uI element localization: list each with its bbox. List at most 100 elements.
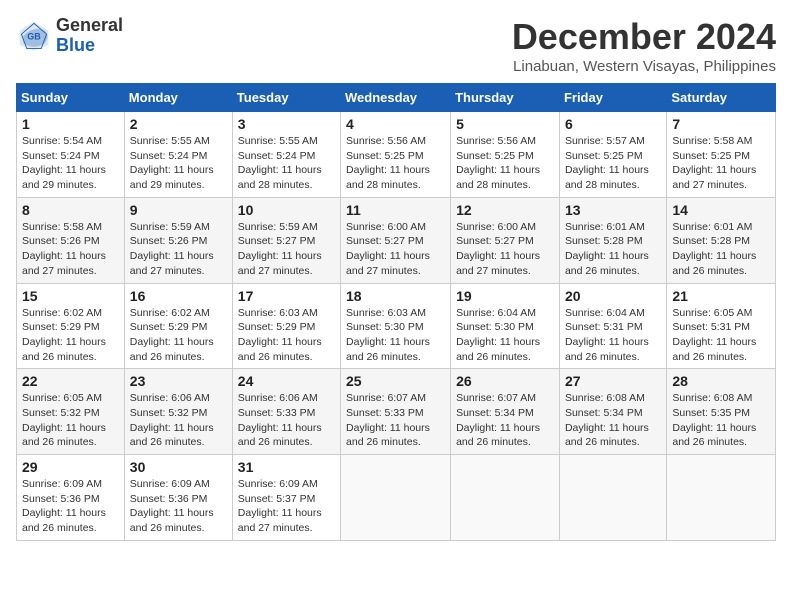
- calendar-cell: 22 Sunrise: 6:05 AM Sunset: 5:32 PM Dayli…: [17, 369, 125, 455]
- weekday-header: Monday: [124, 84, 232, 112]
- calendar-cell: 2Sunrise: 5:55 AM Sunset: 5:24 PM Daylig…: [124, 112, 232, 198]
- day-number: 1: [22, 116, 119, 132]
- weekday-header-row: SundayMondayTuesdayWednesdayThursdayFrid…: [17, 84, 776, 112]
- calendar-cell: 25 Sunrise: 6:07 AM Sunset: 5:33 PM Dayli…: [341, 369, 451, 455]
- calendar-cell: 31Sunrise: 6:09 AM Sunset: 5:37 PM Dayli…: [232, 455, 340, 541]
- day-number: 19: [456, 288, 554, 304]
- day-info: Sunrise: 6:05 AM Sunset: 5:31 PM Dayligh…: [672, 306, 770, 365]
- day-info: Sunrise: 6:05 AM Sunset: 5:32 PM Dayligh…: [22, 391, 119, 450]
- day-number: 13: [565, 202, 661, 218]
- calendar-week-row: 1 Sunrise: 5:54 AM Sunset: 5:24 PM Daylig…: [17, 112, 776, 198]
- day-info: Sunrise: 6:07 AM Sunset: 5:34 PM Dayligh…: [456, 391, 554, 450]
- day-info: Sunrise: 6:04 AM Sunset: 5:30 PM Dayligh…: [456, 306, 554, 365]
- calendar-cell: 30 Sunrise: 6:09 AM Sunset: 5:36 PM Dayli…: [124, 455, 232, 541]
- day-number: 9: [130, 202, 227, 218]
- day-info: Sunrise: 6:03 AM Sunset: 5:30 PM Dayligh…: [346, 306, 445, 365]
- calendar-cell: 16Sunrise: 6:02 AM Sunset: 5:29 PM Dayli…: [124, 283, 232, 369]
- day-info: Sunrise: 6:08 AM Sunset: 5:35 PM Dayligh…: [672, 391, 770, 450]
- calendar-cell: 6 Sunrise: 5:57 AM Sunset: 5:25 PM Daylig…: [559, 112, 666, 198]
- calendar-week-row: 8 Sunrise: 5:58 AM Sunset: 5:26 PM Daylig…: [17, 197, 776, 283]
- day-info: Sunrise: 5:58 AM Sunset: 5:25 PM Dayligh…: [672, 134, 770, 193]
- day-number: 11: [346, 202, 445, 218]
- day-number: 17: [238, 288, 335, 304]
- day-info: Sunrise: 6:08 AM Sunset: 5:34 PM Dayligh…: [565, 391, 661, 450]
- location-label: Linabuan, Western Visayas, Philippines: [512, 58, 776, 75]
- day-info: Sunrise: 5:57 AM Sunset: 5:25 PM Dayligh…: [565, 134, 661, 193]
- day-number: 5: [456, 116, 554, 132]
- calendar-week-row: 15 Sunrise: 6:02 AM Sunset: 5:29 PM Dayli…: [17, 283, 776, 369]
- day-number: 20: [565, 288, 661, 304]
- calendar-cell: 24Sunrise: 6:06 AM Sunset: 5:33 PM Dayli…: [232, 369, 340, 455]
- day-number: 18: [346, 288, 445, 304]
- month-year-title: December 2024: [512, 16, 776, 58]
- page-header: GB General Blue December 2024 Linabuan, …: [16, 16, 776, 75]
- day-info: Sunrise: 6:03 AM Sunset: 5:29 PM Dayligh…: [238, 306, 335, 365]
- day-number: 12: [456, 202, 554, 218]
- weekday-header: Friday: [559, 84, 666, 112]
- day-number: 27: [565, 373, 661, 389]
- logo-general: General: [56, 16, 123, 36]
- day-number: 16: [130, 288, 227, 304]
- day-number: 15: [22, 288, 119, 304]
- calendar-table: SundayMondayTuesdayWednesdayThursdayFrid…: [16, 83, 776, 541]
- day-number: 4: [346, 116, 445, 132]
- day-info: Sunrise: 5:56 AM Sunset: 5:25 PM Dayligh…: [456, 134, 554, 193]
- calendar-cell: 9Sunrise: 5:59 AM Sunset: 5:26 PM Daylig…: [124, 197, 232, 283]
- day-number: 23: [130, 373, 227, 389]
- day-number: 22: [22, 373, 119, 389]
- day-info: Sunrise: 5:56 AM Sunset: 5:25 PM Dayligh…: [346, 134, 445, 193]
- day-info: Sunrise: 6:09 AM Sunset: 5:36 PM Dayligh…: [130, 477, 227, 536]
- calendar-week-row: 29 Sunrise: 6:09 AM Sunset: 5:36 PM Dayli…: [17, 455, 776, 541]
- day-number: 29: [22, 459, 119, 475]
- day-info: Sunrise: 6:09 AM Sunset: 5:37 PM Dayligh…: [238, 477, 335, 536]
- day-number: 7: [672, 116, 770, 132]
- calendar-cell: 21 Sunrise: 6:05 AM Sunset: 5:31 PM Dayli…: [667, 283, 776, 369]
- calendar-cell: [559, 455, 666, 541]
- calendar-cell: 15 Sunrise: 6:02 AM Sunset: 5:29 PM Dayli…: [17, 283, 125, 369]
- calendar-cell: 27 Sunrise: 6:08 AM Sunset: 5:34 PM Dayli…: [559, 369, 666, 455]
- calendar-cell: 20Sunrise: 6:04 AM Sunset: 5:31 PM Dayli…: [559, 283, 666, 369]
- day-number: 30: [130, 459, 227, 475]
- day-info: Sunrise: 5:58 AM Sunset: 5:26 PM Dayligh…: [22, 220, 119, 279]
- day-number: 3: [238, 116, 335, 132]
- calendar-week-row: 22 Sunrise: 6:05 AM Sunset: 5:32 PM Dayli…: [17, 369, 776, 455]
- day-number: 25: [346, 373, 445, 389]
- calendar-cell: 18 Sunrise: 6:03 AM Sunset: 5:30 PM Dayli…: [341, 283, 451, 369]
- calendar-cell: [451, 455, 560, 541]
- calendar-cell: 3Sunrise: 5:55 AM Sunset: 5:24 PM Daylig…: [232, 112, 340, 198]
- calendar-cell: 29Sunrise: 6:09 AM Sunset: 5:36 PM Dayli…: [17, 455, 125, 541]
- day-number: 26: [456, 373, 554, 389]
- calendar-cell: 8 Sunrise: 5:58 AM Sunset: 5:26 PM Daylig…: [17, 197, 125, 283]
- title-area: December 2024 Linabuan, Western Visayas,…: [512, 16, 776, 75]
- calendar-cell: 23 Sunrise: 6:06 AM Sunset: 5:32 PM Dayli…: [124, 369, 232, 455]
- day-number: 24: [238, 373, 335, 389]
- day-number: 21: [672, 288, 770, 304]
- day-number: 10: [238, 202, 335, 218]
- day-number: 6: [565, 116, 661, 132]
- calendar-cell: 19 Sunrise: 6:04 AM Sunset: 5:30 PM Dayli…: [451, 283, 560, 369]
- day-number: 8: [22, 202, 119, 218]
- calendar-cell: 26 Sunrise: 6:07 AM Sunset: 5:34 PM Dayli…: [451, 369, 560, 455]
- weekday-header: Tuesday: [232, 84, 340, 112]
- weekday-header: Saturday: [667, 84, 776, 112]
- day-info: Sunrise: 5:59 AM Sunset: 5:27 PM Dayligh…: [238, 220, 335, 279]
- calendar-cell: 13 Sunrise: 6:01 AM Sunset: 5:28 PM Dayli…: [559, 197, 666, 283]
- calendar-cell: 7 Sunrise: 5:58 AM Sunset: 5:25 PM Daylig…: [667, 112, 776, 198]
- calendar-cell: [667, 455, 776, 541]
- calendar-cell: 5 Sunrise: 5:56 AM Sunset: 5:25 PM Daylig…: [451, 112, 560, 198]
- day-info: Sunrise: 6:01 AM Sunset: 5:28 PM Dayligh…: [565, 220, 661, 279]
- day-info: Sunrise: 6:00 AM Sunset: 5:27 PM Dayligh…: [346, 220, 445, 279]
- weekday-header: Wednesday: [341, 84, 451, 112]
- day-info: Sunrise: 6:07 AM Sunset: 5:33 PM Dayligh…: [346, 391, 445, 450]
- svg-text:GB: GB: [27, 31, 41, 41]
- calendar-cell: 4 Sunrise: 5:56 AM Sunset: 5:25 PM Daylig…: [341, 112, 451, 198]
- calendar-cell: 10 Sunrise: 5:59 AM Sunset: 5:27 PM Dayli…: [232, 197, 340, 283]
- day-info: Sunrise: 5:54 AM Sunset: 5:24 PM Dayligh…: [22, 134, 119, 193]
- day-number: 14: [672, 202, 770, 218]
- calendar-cell: 17 Sunrise: 6:03 AM Sunset: 5:29 PM Dayli…: [232, 283, 340, 369]
- logo-icon: GB: [16, 18, 52, 54]
- day-info: Sunrise: 6:02 AM Sunset: 5:29 PM Dayligh…: [22, 306, 119, 365]
- calendar-cell: 11 Sunrise: 6:00 AM Sunset: 5:27 PM Dayli…: [341, 197, 451, 283]
- day-info: Sunrise: 6:06 AM Sunset: 5:32 PM Dayligh…: [130, 391, 227, 450]
- calendar-cell: 12Sunrise: 6:00 AM Sunset: 5:27 PM Dayli…: [451, 197, 560, 283]
